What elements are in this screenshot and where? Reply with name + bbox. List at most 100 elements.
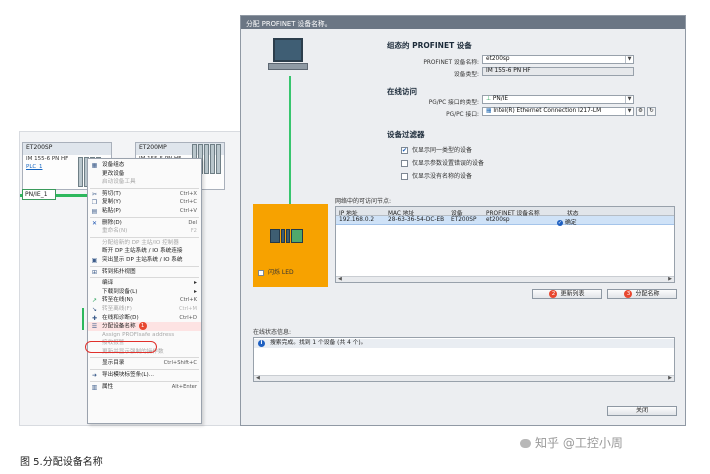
assign-name-dialog: 分配 PROFINET 设备名称。 组态的 PROFINET 设备 PROFIN… <box>240 15 686 426</box>
close-button[interactable]: 关闭 <box>607 406 677 416</box>
pc-icon <box>268 38 308 84</box>
online-access-title: 在线访问 <box>387 87 417 96</box>
step-badge: 2 <box>549 290 558 298</box>
device-name-select[interactable]: et200sp ▼ <box>482 55 634 64</box>
menu-item-label: Assign PROFIsafe address <box>102 331 175 338</box>
context-menu: ▦ 设备组态 更改设备 启动设备工具 ✂ 剪切(T) Ctrl+X ❐ 复制(Y) Ctrl+C ▤… <box>87 158 202 424</box>
checkbox[interactable] <box>401 173 408 180</box>
checkbox[interactable]: ✔ <box>401 147 408 154</box>
refresh-icon[interactable]: ↻ <box>647 107 656 116</box>
checkbox[interactable] <box>401 160 408 167</box>
menu-item[interactable]: 更改设备 <box>88 170 201 179</box>
node-table: IP 地址 MAC 地址 设备 PROFINET 设备名称 状态 192.168… <box>335 206 675 283</box>
zhihu-logo-icon <box>520 439 531 448</box>
menu-item[interactable]: 下载到设备(L) ▸ <box>88 288 201 297</box>
menu-shortcut: Ctrl+C <box>179 199 197 206</box>
menu-item-label: 断开 DP 主站系统 / IO 系统连接 <box>102 248 183 255</box>
menu-item[interactable]: ☰ 分配设备名称 1 <box>88 322 201 331</box>
settings-icon[interactable]: ⚙ <box>636 107 645 116</box>
export-icon: ➜ <box>91 372 98 380</box>
update-list-button[interactable]: 2 更新列表 <box>532 289 602 299</box>
menu-item[interactable]: ▥ 属性 Alt+Enter <box>88 383 201 392</box>
menu-item-label: 转至在线(N) <box>102 297 133 304</box>
menu-item[interactable]: ▦ 设备组态 <box>88 161 201 170</box>
status-message: i 搜索完成。找到 1 个设备 (共 4 个)。 <box>254 339 674 348</box>
menu-item-label: 分配给新的 DP 主站/IO 控制器 <box>102 239 179 246</box>
pgpc-interface-select[interactable]: ▦ Intel(R) Ethernet Connection I217-LM ▼ <box>482 107 634 116</box>
filter-same-type[interactable]: ✔ 仅显示同一类型的设备 <box>401 145 472 154</box>
menu-item[interactable]: ✚ 在线和诊断(D) Ctrl+D <box>88 314 201 323</box>
device-type-label: 设备类型: <box>453 72 479 78</box>
online-status-caption: 在线状态信息: <box>253 329 292 336</box>
menu-item-label: 剪切(T) <box>102 190 121 197</box>
menu-item-label: 属性 <box>102 383 114 390</box>
ok-status-icon: ✓ <box>557 219 563 226</box>
menu-item[interactable]: ⊞ 转到拓扑视图 <box>88 268 201 277</box>
scroll-right-icon: ▶ <box>668 276 672 282</box>
menu-item[interactable]: ❐ 复制(Y) Ctrl+C <box>88 198 201 207</box>
properties-icon: ▥ <box>91 383 98 391</box>
scissors-icon: ✂ <box>91 190 98 198</box>
menu-shortcut: Ctrl+D <box>179 314 197 321</box>
menu-item[interactable]: 编译 ▸ <box>88 279 201 288</box>
flash-led-option[interactable]: 闪烁 LED <box>258 267 294 276</box>
filter-param-error[interactable]: 仅显示参数设置错误的设备 <box>401 158 484 167</box>
device-preview-panel: 闪烁 LED <box>253 204 328 287</box>
submenu-arrow-icon: ▸ <box>193 279 197 287</box>
menu-item: 重命名(N) F2 <box>88 227 201 236</box>
copy-icon: ❐ <box>91 199 98 207</box>
menu-item[interactable]: ▤ 粘贴(P) Ctrl+V <box>88 207 201 216</box>
dialog-title: 分配 PROFINET 设备名称。 <box>241 16 685 29</box>
menu-item[interactable]: ▣ 突出显示 DP 主站系统 / IO 系统 <box>88 256 201 265</box>
table-row[interactable]: 192.168.0.2 28-63-36-54-DC-EB ET200SP et… <box>336 216 674 226</box>
menu-separator <box>90 187 199 189</box>
menu-item[interactable]: ✂ 剪切(T) Ctrl+X <box>88 190 201 199</box>
menu-item-label: 启动设备工具 <box>102 179 136 186</box>
menu-item-label: 重命名(N) <box>102 228 128 235</box>
menu-item-label: 显示目录 <box>102 360 125 367</box>
online-status-box: i 搜索完成。找到 1 个设备 (共 4 个)。 ◀ ▶ <box>253 337 675 382</box>
chevron-down-icon: ▼ <box>625 96 633 103</box>
device-type-field: IM 155-6 PN HF <box>482 67 634 76</box>
menu-separator <box>90 216 199 218</box>
submenu-arrow-icon: ▸ <box>193 287 197 295</box>
menu-item-label: 在线和诊断(D) <box>102 314 139 321</box>
menu-item[interactable]: ↗ 转至在线(N) Ctrl+K <box>88 296 201 305</box>
device-icon <box>270 229 304 245</box>
menu-item-label: 突出显示 DP 主站系统 / IO 系统 <box>102 256 183 263</box>
menu-item: Assign PROFIsafe address <box>88 331 201 340</box>
io-controller-link[interactable]: PLC_1 <box>26 164 42 170</box>
step-badge: 3 <box>624 290 633 298</box>
menu-separator <box>90 265 199 267</box>
chevron-down-icon: ▼ <box>625 56 633 63</box>
menu-separator <box>90 369 199 371</box>
menu-shortcut: Del <box>188 219 197 226</box>
horizontal-scrollbar[interactable]: ◀ ▶ <box>336 276 674 282</box>
checkbox[interactable] <box>258 269 264 276</box>
menu-shortcut: Ctrl+K <box>180 297 197 304</box>
assign-name-button[interactable]: 3 分配名称 <box>607 289 677 299</box>
menu-shortcut: Ctrl+V <box>179 207 197 214</box>
horizontal-scrollbar[interactable]: ◀ ▶ <box>254 375 674 381</box>
chevron-down-icon: ▼ <box>625 108 633 115</box>
menu-item-label: 更改设备 <box>102 170 125 177</box>
menu-item[interactable]: 断开 DP 主站系统 / IO 系统连接 <box>88 247 201 256</box>
menu-item[interactable]: ✕ 删除(D) Del <box>88 219 201 228</box>
menu-item[interactable]: ➜ 导出模块标签条(L)... <box>88 371 201 380</box>
device-config-icon: ▦ <box>91 162 98 169</box>
menu-item[interactable]: 显示目录 Ctrl+Shift+C <box>88 359 201 368</box>
menu-item-label: 粘贴(P) <box>102 207 121 214</box>
subnet-label[interactable]: PN/IE_1 <box>22 189 56 200</box>
menu-shortcut: Ctrl+Shift+C <box>163 360 197 367</box>
filter-no-name[interactable]: 仅显示没有名称的设备 <box>401 171 472 180</box>
menu-item-label: 删除(D) <box>102 219 122 226</box>
topology-icon: ⊞ <box>91 268 98 276</box>
menu-separator <box>90 380 199 382</box>
menu-item-label: 设备组态 <box>102 162 125 168</box>
pgpc-type-select[interactable]: ⊥ PN/IE ▼ <box>482 95 634 104</box>
go-online-icon: ↗ <box>91 297 98 305</box>
menu-item-label: 编译 <box>102 280 114 287</box>
table-header: IP 地址 MAC 地址 设备 PROFINET 设备名称 状态 <box>336 207 674 217</box>
device-name-label: PROFINET 设备名称: <box>423 60 479 66</box>
menu-item-label: 转到拓扑视图 <box>102 268 136 275</box>
